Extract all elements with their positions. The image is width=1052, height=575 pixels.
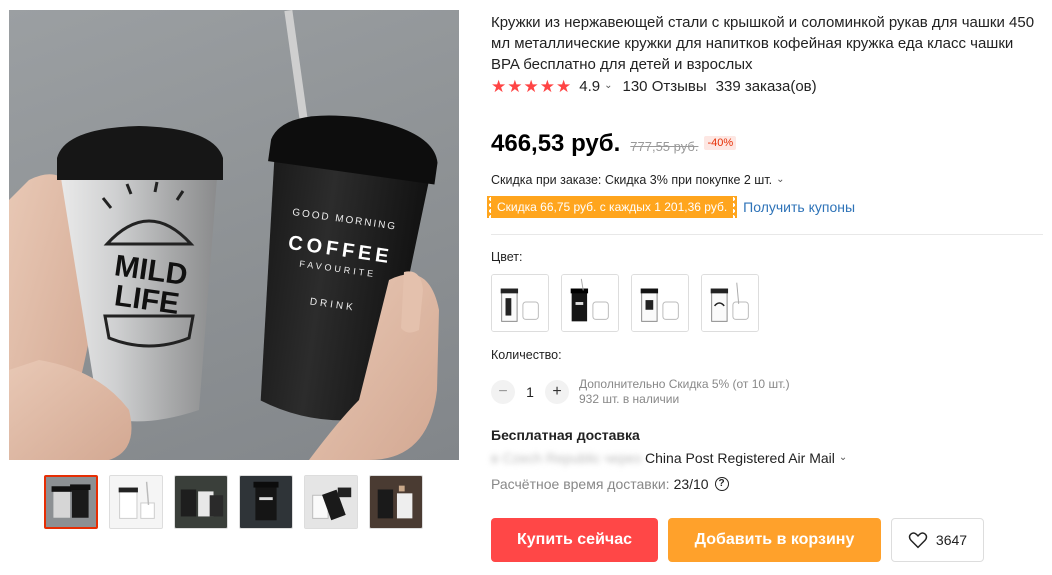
bulk-discount-text: Скидка при заказе: Скидка 3% при покупке… (491, 173, 773, 187)
divider (491, 234, 1043, 235)
thumbnail-1[interactable] (44, 475, 98, 529)
heart-icon (908, 532, 928, 549)
get-coupons-link[interactable]: Получить купоны (743, 199, 855, 215)
thumbnail-5[interactable] (304, 475, 358, 529)
help-icon[interactable]: ? (714, 477, 729, 491)
product-title: Кружки из нержавеющей стали с крышкой и … (491, 14, 1035, 73)
star-icon: ★ (539, 76, 555, 96)
quantity-increase-button[interactable]: + (545, 380, 569, 404)
color-label: Цвет: (491, 250, 523, 264)
quantity-stepper: − 1 + Дополнительно Скидка 5% (от 10 шт.… (491, 377, 790, 407)
quantity-decrease-button[interactable]: − (491, 380, 515, 404)
shipping-destination: в Czech Republic через (491, 450, 642, 466)
coupon-row: Скидка 66,75 руб. с каждых 1 201,36 руб.… (491, 196, 855, 218)
thumbnail-6[interactable] (369, 475, 423, 529)
thumbnail-2[interactable] (109, 475, 163, 529)
current-price: 466,53 руб. (491, 130, 621, 157)
thumbnail-strip (44, 475, 423, 529)
add-to-cart-button[interactable]: Добавить в корзину (668, 518, 881, 562)
color-option-2[interactable] (561, 274, 619, 332)
stock-text: 932 шт. в наличии (579, 392, 680, 406)
buy-now-button[interactable]: Купить сейчас (491, 518, 658, 562)
star-icon: ★ (491, 76, 507, 96)
old-price: 777,55 руб. (630, 139, 699, 154)
thumbnail-4[interactable] (239, 475, 293, 529)
color-option-3[interactable] (631, 274, 689, 332)
rating-value[interactable]: 4.9 (579, 78, 600, 95)
reviews-link[interactable]: 130 Отзывы (623, 78, 707, 95)
quantity-input[interactable]: 1 (515, 384, 545, 400)
quantity-label: Количество: (491, 348, 562, 362)
chevron-down-icon: ⌄ (838, 451, 848, 463)
action-buttons: Купить сейчас Добавить в корзину 3647 (491, 518, 984, 562)
star-icon: ★ (507, 76, 523, 96)
color-option-4[interactable] (701, 274, 759, 332)
star-icon: ★ (556, 76, 572, 96)
thumbnail-3[interactable] (174, 475, 228, 529)
discount-badge: -40% (704, 136, 737, 150)
main-product-image[interactable]: MILD LIFE GOOD MORNING COFFEE FAVOURITE … (9, 10, 459, 460)
chevron-down-icon[interactable]: ⌄ (604, 80, 612, 91)
color-option-1[interactable] (491, 274, 549, 332)
extra-discount-text: Дополнительно Скидка 5% (от 10 шт.) (579, 377, 790, 391)
color-options (491, 274, 759, 332)
shipping-method-selector[interactable]: в Czech Republic через China Post Regist… (491, 450, 857, 466)
delivery-estimate: Расчётное время доставки: 23/10 ? (491, 476, 729, 492)
quantity-info: Дополнительно Скидка 5% (от 10 шт.) 932 … (579, 377, 790, 407)
bulk-discount[interactable]: Скидка при заказе: Скидка 3% при покупке… (491, 173, 795, 187)
price-row: 466,53 руб. 777,55 руб. -40% (491, 130, 737, 158)
wishlist-count: 3647 (935, 532, 968, 548)
coupon-tag: Скидка 66,75 руб. с каждых 1 201,36 руб. (491, 196, 738, 218)
delivery-label: Расчётное время доставки: (491, 476, 670, 492)
rating-stars: ★ ★ ★ ★ ★ (491, 78, 571, 95)
star-icon: ★ (523, 76, 539, 96)
orders-count: 339 заказа(ов) (715, 77, 817, 95)
shipping-title: Бесплатная доставка (491, 427, 640, 443)
rating-row: ★ ★ ★ ★ ★ 4.9 ⌄ 130 Отзывы 339 заказа(ов… (491, 76, 817, 96)
shipping-method: China Post Registered Air Mail (645, 450, 835, 466)
wishlist-button[interactable]: 3647 (891, 518, 984, 562)
chevron-down-icon: ⌄ (776, 173, 785, 185)
delivery-date: 23/10 (673, 476, 709, 492)
